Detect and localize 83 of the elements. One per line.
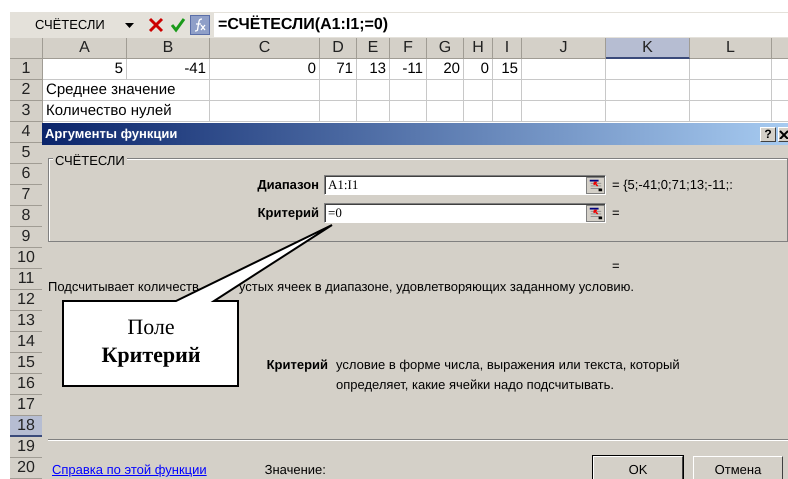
table-cell: 15 — [493, 59, 522, 80]
table-cell — [493, 80, 522, 101]
column-header[interactable]: D — [320, 38, 357, 59]
table-cell — [427, 101, 464, 122]
table-cell — [357, 101, 390, 122]
row-header[interactable]: 13 — [10, 311, 43, 332]
value-label: Значение: — [264, 461, 326, 479]
row-header[interactable]: 15 — [10, 353, 43, 374]
row-header[interactable]: 8 — [10, 206, 43, 227]
table-cell — [464, 80, 493, 101]
table-cell: 0 — [210, 59, 320, 80]
row-header[interactable]: 11 — [10, 269, 43, 290]
collapse-icon[interactable] — [586, 204, 605, 222]
table-cell: Среднее значение — [43, 80, 210, 101]
argument-result: = — [611, 204, 620, 222]
row-header[interactable]: 10 — [10, 248, 43, 269]
caret-icon[interactable] — [125, 22, 134, 28]
table-cell: 20 — [427, 59, 464, 80]
table-cell: 71 — [320, 59, 357, 80]
column-header[interactable]: B — [127, 38, 210, 59]
table-cell: 5 — [43, 59, 127, 80]
name-box[interactable]: СЧЁТЕСЛИ — [10, 15, 125, 35]
function-description: устых ячеек в диапазоне, удовлетворяющих заданному условию. — [238, 278, 634, 296]
row-header[interactable]: 17 — [10, 395, 43, 416]
cancel-icon[interactable] — [148, 17, 164, 33]
column-header[interactable]: G — [427, 38, 464, 59]
argument-description: условие в форме числа, выражения или текста, который определяет, какие ячейки надо подсчитывать. — [336, 356, 681, 394]
row-header[interactable]: 2 — [10, 80, 43, 101]
table-cell — [427, 80, 464, 101]
row-header[interactable]: 18 — [10, 416, 43, 437]
table-cell — [320, 80, 357, 101]
row-header[interactable]: 19 — [10, 437, 43, 458]
table-cell — [357, 80, 390, 101]
table-cell: -41 — [127, 59, 210, 80]
argument-name: Критерий — [266, 356, 328, 374]
function-description: Подсчитывает количеств — [48, 278, 199, 296]
column-header[interactable]: E — [357, 38, 390, 59]
row-header[interactable]: 6 — [10, 164, 43, 185]
cancel-button[interactable]: Отмена — [693, 456, 783, 479]
table-cell: 0 — [464, 59, 493, 80]
argument-label: Диапазон — [256, 176, 320, 194]
row-header[interactable]: 20 — [10, 458, 43, 479]
column-header[interactable]: L — [690, 38, 772, 59]
table-cell — [390, 80, 427, 101]
row-header[interactable]: 14 — [10, 332, 43, 353]
corner-cell[interactable] — [10, 38, 43, 59]
table-cell — [320, 101, 357, 122]
formula-result: = — [612, 256, 620, 274]
argument-field[interactable]: A1:I1 — [324, 175, 606, 195]
collapse-icon[interactable] — [586, 176, 605, 194]
row-header[interactable]: 1 — [10, 59, 43, 80]
check-icon[interactable] — [170, 17, 186, 33]
formula-field[interactable]: =СЧЁТЕСЛИ(A1:I1;=0) — [214, 13, 788, 37]
callout-text: Поле Критерий — [100, 313, 202, 369]
help-button[interactable]: ? — [760, 126, 776, 142]
function-icon[interactable] — [190, 15, 210, 35]
table-cell — [390, 101, 427, 122]
column-header[interactable]: I — [493, 38, 522, 59]
column-header[interactable]: K — [606, 38, 690, 59]
table-cell: Количество нулей — [43, 101, 210, 122]
dialog-title: Аргументы функции — [45, 125, 178, 144]
table-cell — [493, 101, 522, 122]
table-cell: -11 — [390, 59, 427, 80]
argument-field[interactable]: =0 — [324, 203, 606, 223]
close-button[interactable] — [778, 126, 788, 142]
column-header[interactable]: H — [464, 38, 493, 59]
ok-button[interactable]: OK — [593, 456, 683, 479]
row-header[interactable]: 12 — [10, 290, 43, 311]
row-header[interactable]: 16 — [10, 374, 43, 395]
column-header[interactable]: A — [43, 38, 127, 59]
column-header[interactable]: C — [210, 38, 320, 59]
row-header[interactable]: 9 — [10, 227, 43, 248]
table-cell: 13 — [357, 59, 390, 80]
column-header[interactable]: J — [522, 38, 606, 59]
row-header[interactable]: 4 — [10, 122, 43, 143]
argument-result: = {5;-41;0;71;13;-11;: — [611, 176, 733, 194]
help-link[interactable]: Справка по этой функции — [52, 460, 207, 479]
row-header[interactable]: 5 — [10, 143, 43, 164]
table-cell — [464, 101, 493, 122]
column-header[interactable]: F — [390, 38, 427, 59]
row-header[interactable]: 3 — [10, 101, 43, 122]
row-header[interactable]: 7 — [10, 185, 43, 206]
argument-label: Критерий — [256, 204, 320, 222]
